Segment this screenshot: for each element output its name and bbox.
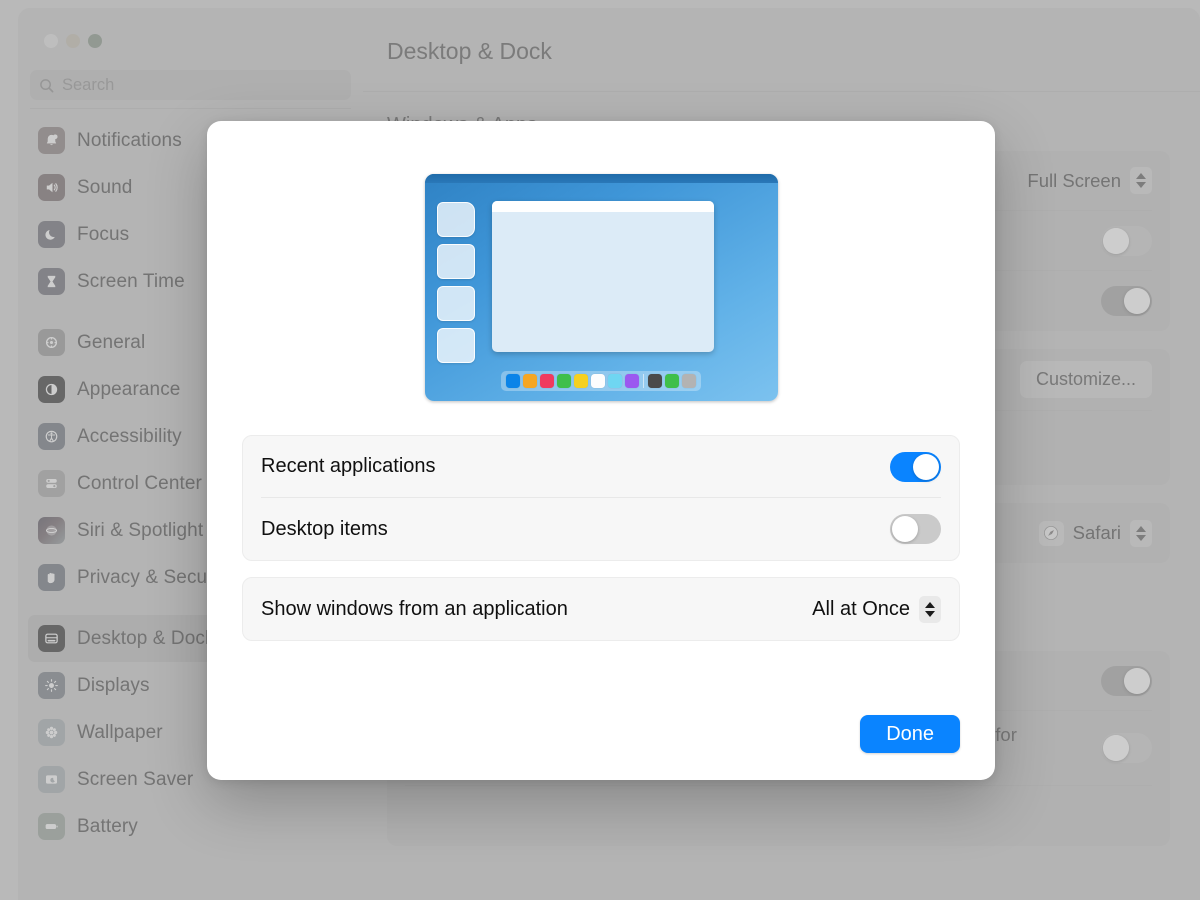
stage-tile — [437, 286, 475, 321]
preview-dock — [501, 371, 701, 391]
stage-tile — [437, 328, 475, 363]
done-button[interactable]: Done — [860, 715, 960, 753]
dock-icon — [665, 374, 679, 388]
show-windows-card: Show windows from an application All at … — [242, 577, 960, 641]
sheet-options: Recent applications Desktop items Show w… — [207, 435, 995, 657]
option-label: Recent applications — [261, 455, 436, 478]
preview-window-titlebar — [492, 201, 714, 212]
dock-separator — [643, 374, 644, 388]
option-label: Show windows from an application — [261, 598, 568, 621]
recent-applications-toggle[interactable] — [890, 452, 941, 482]
show-recent-card: Recent applications Desktop items — [242, 435, 960, 561]
stage-tile — [437, 202, 475, 237]
option-recent-applications: Recent applications — [261, 436, 941, 498]
dock-icon — [608, 374, 622, 388]
preview-window — [492, 201, 714, 352]
dock-icon — [625, 374, 639, 388]
dock-icon — [682, 374, 696, 388]
preview-menubar — [425, 174, 778, 183]
screen: Search Notifications Sound — [0, 0, 1200, 900]
dock-icon — [523, 374, 537, 388]
dock-icon — [557, 374, 571, 388]
desktop-items-toggle[interactable] — [890, 514, 941, 544]
stage-tile — [437, 244, 475, 279]
chevron-updown-icon — [919, 596, 941, 623]
dock-icon — [506, 374, 520, 388]
show-windows-popup[interactable]: All at Once — [812, 596, 941, 623]
stage-manager-options-sheet: Recent applications Desktop items Show w… — [207, 121, 995, 780]
dock-icon — [648, 374, 662, 388]
preview-illustration-wrap — [207, 121, 995, 435]
option-desktop-items: Desktop items — [261, 498, 941, 560]
dock-icon — [574, 374, 588, 388]
popup-value: All at Once — [812, 598, 910, 621]
dock-icon — [591, 374, 605, 388]
stage-manager-tiles — [437, 202, 475, 370]
desktop-dock-preview — [425, 174, 778, 401]
option-show-windows-from-app: Show windows from an application All at … — [261, 578, 941, 640]
option-label: Desktop items — [261, 518, 388, 541]
sheet-footer: Done — [207, 715, 995, 780]
dock-icon — [540, 374, 554, 388]
